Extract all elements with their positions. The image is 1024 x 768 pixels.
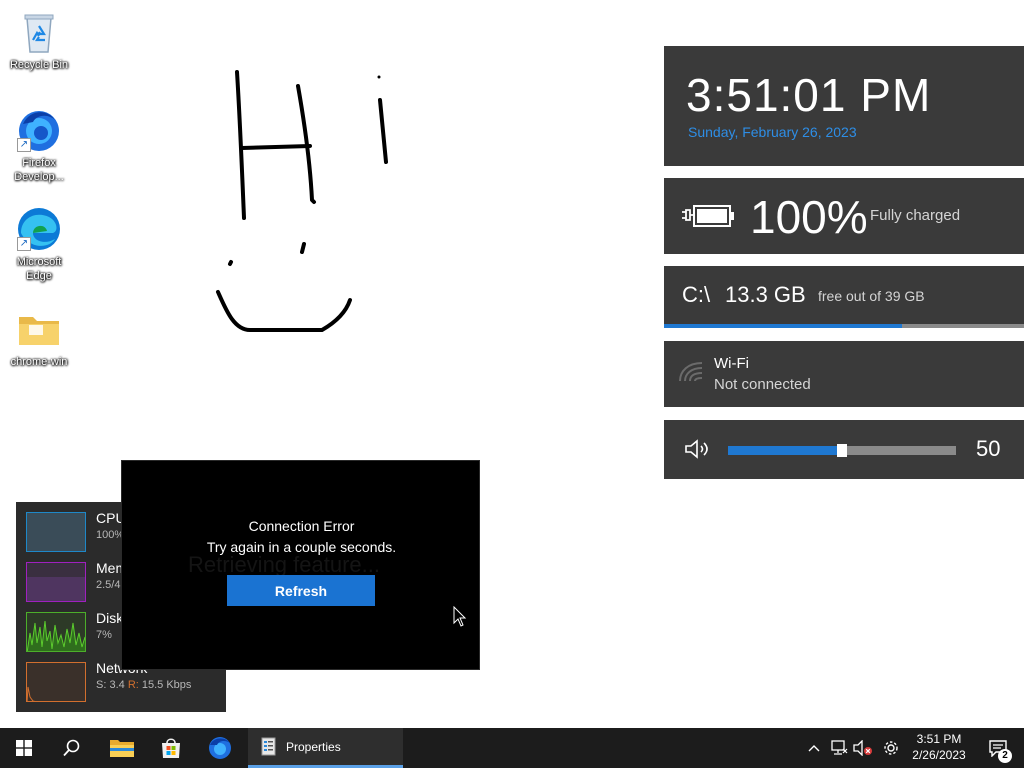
wifi-name: Wi-Fi: [714, 355, 749, 372]
disk-total-text: free out of 39 GB: [818, 288, 925, 304]
desktop-icon-microsoft-edge[interactable]: ↗ Microsoft Edge: [1, 205, 77, 283]
disk-widget: C:\ 13.3 GB free out of 39 GB: [664, 266, 1024, 328]
resource-name: Disk: [96, 610, 124, 626]
microsoft-store-button[interactable]: [147, 728, 195, 768]
memory-graph: [26, 562, 86, 602]
folder-icon: [110, 740, 134, 757]
resource-value: 2.5/4: [96, 579, 121, 591]
windows-icon: [16, 740, 32, 756]
desktop-icon-label: chrome-win: [10, 356, 68, 368]
taskbar-window-label: Properties: [286, 739, 341, 754]
firefox-developer-taskbar-button[interactable]: [196, 728, 244, 768]
desktop-icon-label: Firefox Develop...: [14, 157, 64, 183]
chevron-up-icon: [808, 745, 820, 752]
file-explorer-button[interactable]: [98, 728, 146, 768]
battery-percent: 100%: [750, 191, 868, 243]
wifi-status: Not connected: [714, 376, 811, 393]
desktop-icon-label: Microsoft Edge: [16, 256, 62, 282]
start-button[interactable]: [0, 728, 48, 768]
network-graph: [26, 662, 86, 702]
cpu-graph: [26, 512, 86, 552]
connection-error-dialog: Retrieving feature... Connection Error T…: [121, 460, 480, 670]
shortcut-arrow-icon: ↗: [17, 138, 31, 152]
desktop-icon-label: Recycle Bin: [9, 59, 69, 71]
volume-slider[interactable]: [728, 444, 956, 457]
shortcut-arrow-icon: ↗: [17, 237, 31, 251]
search-button[interactable]: [48, 728, 96, 768]
recycle-bin-icon: [15, 8, 63, 56]
resource-value: 100%: [96, 529, 125, 541]
resource-value: S: 3.4 R: 15.5 Kbps: [96, 679, 191, 691]
properties-icon: [261, 737, 276, 755]
disk-drive-label: C:\: [682, 282, 711, 307]
taskbar-clock[interactable]: 3:51 PM 2/26/2023: [906, 731, 972, 763]
disk-free-space: 13.3 GB: [725, 282, 806, 307]
show-hidden-icons-button[interactable]: [802, 728, 826, 768]
notification-badge: 2: [998, 749, 1012, 763]
search-icon: [63, 739, 80, 757]
store-icon: [162, 738, 180, 758]
refresh-button[interactable]: Refresh: [227, 575, 375, 606]
dialog-message: Try again in a couple seconds.: [206, 539, 397, 555]
network-receive-label: R:: [127, 679, 139, 691]
volume-slider-thumb[interactable]: [837, 444, 847, 457]
taskbar-clock-time: 3:51 PM: [916, 732, 962, 746]
volume-value: 50: [976, 436, 1001, 461]
clock-time: 3:51:01 PM: [686, 69, 932, 121]
network-tray-button[interactable]: [828, 728, 850, 768]
disk-usage-bar: [664, 324, 1024, 328]
desktop-icon-firefox-developer[interactable]: ↗ Firefox Develop...: [1, 106, 77, 184]
clock-widget: 3:51:01 PM Sunday, February 26, 2023: [664, 46, 1024, 166]
settings-tray-button[interactable]: [878, 728, 904, 768]
clock-date: Sunday, February 26, 2023: [688, 124, 857, 140]
battery-widget: 100% Fully charged: [664, 178, 1024, 254]
speaker-muted-icon: [853, 740, 872, 756]
mouse-cursor-icon: [453, 606, 467, 627]
battery-plug-icon: [682, 205, 734, 227]
volume-widget: 50: [664, 420, 1024, 479]
firefox-developer-icon: [209, 737, 231, 759]
disk-usage-fill: [664, 324, 902, 328]
dialog-title: Connection Error: [248, 518, 355, 534]
action-center-button[interactable]: 2: [978, 728, 1018, 768]
folder-icon: [15, 305, 63, 353]
hand-drawing: [216, 70, 388, 332]
firefox-developer-icon: ↗: [15, 106, 63, 154]
desktop-icon-recycle-bin[interactable]: Recycle Bin: [1, 8, 77, 72]
battery-status: Fully charged: [870, 207, 961, 224]
disk-graph: [26, 612, 86, 652]
gear-icon: [884, 741, 898, 755]
volume-tray-button[interactable]: [851, 728, 875, 768]
speaker-icon[interactable]: [684, 438, 712, 460]
desktop-icon-chrome-win[interactable]: chrome-win: [1, 305, 77, 369]
taskbar-clock-date: 2/26/2023: [912, 748, 966, 762]
network-disconnected-icon: [831, 740, 848, 755]
wifi-widget[interactable]: Wi-Fi Not connected: [664, 341, 1024, 407]
network-send-value: S: 3.4: [96, 679, 125, 691]
volume-slider-fill: [728, 446, 842, 455]
taskbar: Properties 3:51 PM 2/26/2023 2: [0, 728, 1024, 768]
wifi-icon: [679, 362, 703, 382]
network-receive-value: 15.5 Kbps: [141, 679, 192, 691]
edge-icon: ↗: [15, 205, 63, 253]
resource-value: 7%: [96, 629, 112, 641]
taskbar-properties-window[interactable]: Properties: [248, 728, 403, 768]
